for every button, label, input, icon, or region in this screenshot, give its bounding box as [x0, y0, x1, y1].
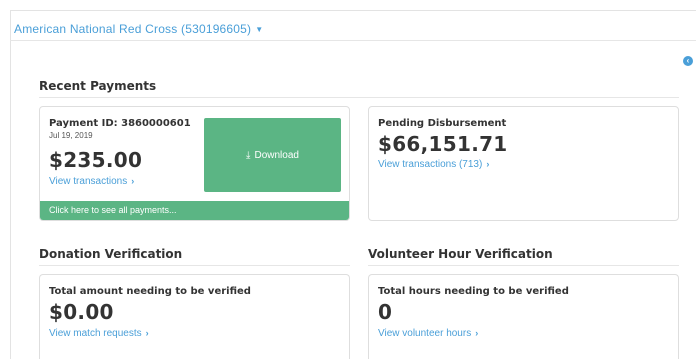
- org-name: American National Red Cross (530196605): [14, 22, 252, 36]
- section-divider: [39, 265, 350, 266]
- view-pending-transactions-link[interactable]: View transactions (713) ›: [378, 159, 489, 170]
- chevron-right-icon: ›: [486, 159, 490, 169]
- volunteer-verification-card: Total hours needing to be verified 0 Vie…: [368, 274, 679, 359]
- download-button[interactable]: ⤓ Download: [204, 118, 341, 192]
- pending-disbursement-card: Pending Disbursement $66,151.71 View tra…: [368, 106, 679, 221]
- caret-down-icon: ▼: [255, 25, 264, 35]
- volunteer-verify-hours: 0: [378, 300, 393, 324]
- volunteer-verification-title: Volunteer Hour Verification: [368, 247, 553, 261]
- chevron-right-icon: ›: [131, 176, 135, 186]
- view-volunteer-hours-label: View volunteer hours: [378, 328, 472, 339]
- chevron-left-circle-icon[interactable]: ‹: [683, 56, 693, 66]
- org-selector[interactable]: American National Red Cross (530196605) ▼: [14, 22, 263, 36]
- pending-amount: $66,151.71: [378, 132, 508, 156]
- view-match-requests-link[interactable]: View match requests ›: [49, 328, 149, 339]
- download-icon: ⤓: [246, 149, 251, 161]
- donation-verify-label: Total amount needing to be verified: [49, 286, 251, 297]
- view-transactions-label: View transactions: [49, 176, 128, 187]
- pending-label: Pending Disbursement: [378, 118, 507, 129]
- download-label: Download: [254, 149, 299, 161]
- payment-date: Jul 19, 2019: [49, 131, 93, 140]
- section-divider: [368, 265, 679, 266]
- payment-id: Payment ID: 3860000601: [49, 118, 191, 129]
- view-match-requests-label: View match requests: [49, 328, 142, 339]
- recent-payments-title: Recent Payments: [39, 79, 157, 93]
- donation-verification-card: Total amount needing to be verified $0.0…: [39, 274, 350, 359]
- section-divider: [39, 97, 679, 98]
- view-pending-label: View transactions (713): [378, 159, 483, 170]
- volunteer-verify-label: Total hours needing to be verified: [378, 286, 569, 297]
- donation-verification-title: Donation Verification: [39, 247, 183, 261]
- view-volunteer-hours-link[interactable]: View volunteer hours ›: [378, 328, 478, 339]
- see-all-payments-link[interactable]: Click here to see all payments...: [40, 201, 349, 220]
- payment-card: Payment ID: 3860000601 Jul 19, 2019 $235…: [39, 106, 350, 221]
- view-transactions-link[interactable]: View transactions ›: [49, 176, 134, 187]
- header-divider: [10, 40, 696, 41]
- donation-verify-amount: $0.00: [49, 300, 114, 324]
- payment-amount: $235.00: [49, 148, 143, 172]
- chevron-right-icon: ›: [475, 328, 479, 338]
- chevron-right-icon: ›: [145, 328, 149, 338]
